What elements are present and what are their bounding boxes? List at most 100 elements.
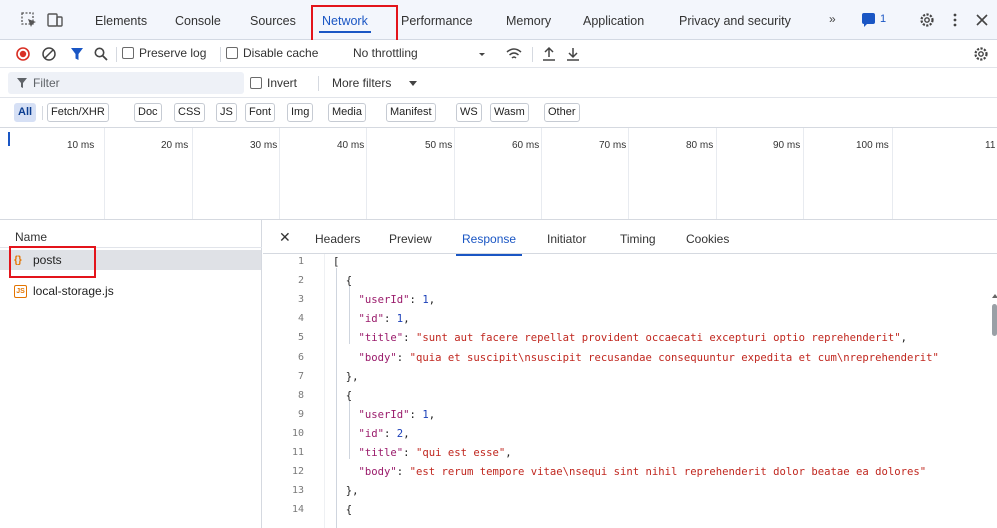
network-timeline-overview[interactable]: 10 ms 20 ms 30 ms 40 ms 50 ms 60 ms 70 m…	[0, 128, 997, 220]
type-filter-fetch-xhr[interactable]: Fetch/XHR	[47, 103, 109, 122]
type-filter-other[interactable]: Other	[544, 103, 580, 122]
response-code-line: "title": "qui est esse",	[358, 447, 512, 459]
tab-memory[interactable]: Memory	[506, 0, 551, 40]
more-tabs-button[interactable]: »	[829, 12, 836, 26]
fetch-icon: {}	[14, 255, 22, 266]
device-toolbar-icon[interactable]	[46, 11, 64, 29]
close-devtools-icon[interactable]	[973, 11, 991, 29]
kebab-menu-icon[interactable]	[946, 11, 964, 29]
tab-performance[interactable]: Performance	[401, 0, 473, 40]
tab-application[interactable]: Application	[583, 0, 644, 40]
type-filter-manifest[interactable]: Manifest	[386, 103, 436, 122]
response-code-line: "userId": 1,	[358, 294, 436, 307]
toolbar-divider	[318, 76, 319, 91]
line-number: 4	[297, 313, 304, 325]
line-number: 1	[297, 256, 304, 267]
clear-icon[interactable]	[40, 45, 58, 63]
tab-elements[interactable]: Elements	[95, 0, 147, 40]
upload-icon[interactable]	[540, 45, 558, 63]
request-name: posts	[33, 253, 62, 267]
download-icon[interactable]	[564, 45, 582, 63]
timeline-gridline	[716, 128, 717, 219]
disable-cache-label[interactable]: Disable cache	[243, 46, 318, 60]
timeline-tick-label: 40 ms	[337, 140, 365, 151]
line-number: 2	[297, 275, 304, 287]
preserve-log-label[interactable]: Preserve log	[139, 46, 206, 60]
response-code-line: {	[333, 275, 353, 288]
tab-timing[interactable]: Timing	[620, 232, 656, 246]
tab-initiator[interactable]: Initiator	[547, 232, 586, 246]
request-list-header[interactable]: Name	[0, 220, 262, 248]
type-filter-ws[interactable]: WS	[456, 103, 482, 122]
response-code-line: {	[333, 504, 353, 517]
issues-icon[interactable]	[862, 13, 875, 27]
filter-funnel-icon	[17, 78, 27, 88]
type-filter-css[interactable]: CSS	[174, 103, 205, 122]
scroll-up-arrow[interactable]	[992, 294, 997, 298]
response-code-line: "id": 1,	[358, 313, 410, 326]
invert-label[interactable]: Invert	[267, 76, 297, 90]
request-row-local-storage[interactable]: JS local-storage.js	[0, 281, 261, 301]
record-icon[interactable]	[14, 45, 32, 63]
settings-gear-icon[interactable]	[918, 11, 936, 29]
timeline-tick-label: 60 ms	[512, 140, 540, 151]
type-filter-wasm[interactable]: Wasm	[490, 103, 529, 122]
tab-console[interactable]: Console	[175, 0, 221, 40]
timeline-gridline	[803, 128, 804, 219]
tab-cookies[interactable]: Cookies	[686, 232, 729, 246]
tab-network[interactable]: Network	[319, 0, 371, 40]
tab-response[interactable]: Response	[455, 232, 523, 256]
disable-cache-checkbox[interactable]	[226, 47, 238, 59]
response-code-line: "title": "sunt aut facere repellat provi…	[358, 332, 908, 345]
chevron-down-icon[interactable]	[477, 45, 487, 63]
filter-placeholder: Filter	[33, 76, 60, 90]
type-filter-font[interactable]: Font	[245, 103, 276, 122]
request-row-posts[interactable]: {} posts	[0, 250, 261, 270]
timeline-gridline	[279, 128, 280, 219]
invert-checkbox[interactable]	[250, 77, 262, 89]
timeline-tick-label: 11	[985, 140, 996, 151]
response-code-line: [	[333, 256, 340, 268]
timeline-gridline	[541, 128, 542, 219]
line-number: 8	[297, 389, 304, 401]
type-filter-doc[interactable]: Doc	[134, 103, 162, 122]
timeline-tick-label: 20 ms	[161, 140, 189, 151]
issues-count[interactable]: 1	[880, 13, 886, 25]
inspect-element-icon[interactable]	[20, 11, 38, 29]
filter-funnel-icon[interactable]	[68, 45, 86, 63]
type-filter-all[interactable]: All	[14, 103, 37, 122]
line-number: 11	[291, 447, 304, 458]
line-number: 6	[297, 351, 304, 363]
tab-preview[interactable]: Preview	[389, 232, 432, 246]
timeline-tick-label: 70 ms	[599, 140, 627, 151]
tab-sources[interactable]: Sources	[250, 0, 296, 40]
chevron-down-icon[interactable]	[409, 81, 417, 87]
timeline-gridline	[366, 128, 367, 219]
filter-row: Filter Invert More filters	[0, 68, 997, 98]
tab-headers[interactable]: Headers	[315, 232, 360, 246]
line-number: 5	[297, 332, 304, 344]
timeline-tick-label: 100 ms	[856, 140, 889, 151]
timeline-gridline	[192, 128, 193, 219]
response-code-line: "userId": 1,	[358, 408, 436, 421]
type-filter-img[interactable]: Img	[287, 103, 314, 122]
toolbar-divider	[116, 47, 117, 62]
type-filter-js[interactable]: JS	[216, 103, 237, 122]
line-number: 12	[291, 466, 304, 478]
more-filters-button[interactable]: More filters	[332, 76, 391, 90]
name-column-header[interactable]: Name	[15, 230, 47, 244]
script-icon: JS	[14, 285, 27, 298]
type-filter-media[interactable]: Media	[328, 103, 366, 122]
response-body-viewer[interactable]: 1 2 3 4 5 6 7 8 9 10 11 12 13 14 [ { "userId": 1, "id…	[263, 254, 997, 528]
vertical-scrollbar[interactable]	[992, 304, 997, 336]
response-code-line: "id": 2,	[358, 427, 410, 440]
preserve-log-checkbox[interactable]	[122, 47, 134, 59]
response-code-line: },	[333, 485, 359, 498]
tab-privacy-and-security[interactable]: Privacy and security	[679, 0, 791, 40]
close-details-icon[interactable]: ✕	[279, 229, 291, 246]
network-conditions-icon[interactable]	[505, 45, 523, 63]
network-toolbar: Preserve log Disable cache No throttling	[0, 40, 997, 68]
search-icon[interactable]	[92, 45, 110, 63]
throttling-select[interactable]: No throttling	[353, 46, 418, 60]
network-settings-gear-icon[interactable]	[972, 45, 990, 63]
